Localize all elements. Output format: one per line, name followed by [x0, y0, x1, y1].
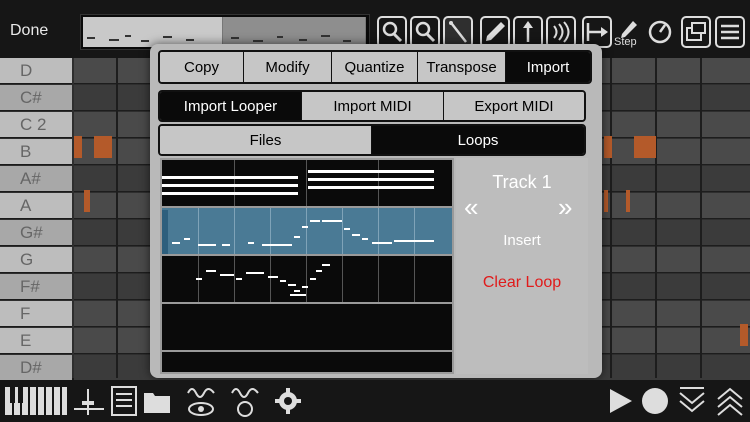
- tab-import-looper[interactable]: Import Looper: [160, 92, 302, 120]
- edit-mode-tabs: Copy Modify Quantize Transpose Import: [158, 50, 592, 84]
- note[interactable]: [740, 324, 748, 346]
- note[interactable]: [74, 136, 82, 158]
- wave-knob-icon[interactable]: [230, 384, 260, 418]
- piano-key[interactable]: F: [0, 301, 72, 327]
- tab-export-midi[interactable]: Export MIDI: [444, 92, 584, 120]
- loop-slot-selected[interactable]: [162, 208, 452, 256]
- track-title: Track 1: [492, 172, 552, 192]
- source-tabs: Files Loops: [158, 124, 586, 156]
- note[interactable]: [634, 136, 656, 158]
- piano-key[interactable]: C#: [0, 85, 72, 111]
- record-icon[interactable]: [640, 384, 670, 418]
- next-track-icon[interactable]: »: [558, 192, 572, 223]
- tab-import-midi[interactable]: Import MIDI: [302, 92, 444, 120]
- note[interactable]: [626, 190, 630, 212]
- done-button[interactable]: Done: [10, 22, 48, 40]
- tab-copy[interactable]: Copy: [160, 52, 244, 82]
- tab-quantize[interactable]: Quantize: [332, 52, 418, 82]
- knob-icon[interactable]: [645, 16, 675, 48]
- piano-key[interactable]: F#: [0, 274, 72, 300]
- piano-key[interactable]: A: [0, 193, 72, 219]
- piano-key[interactable]: A#: [0, 166, 72, 192]
- edit-popup: Copy Modify Quantize Transpose Import Im…: [150, 44, 602, 378]
- loop-slot[interactable]: [162, 160, 452, 208]
- piano-key[interactable]: C 2: [0, 112, 72, 138]
- bottom-toolbar: [0, 380, 750, 422]
- piano-key[interactable]: E: [0, 328, 72, 354]
- folder-icon[interactable]: [142, 384, 172, 418]
- tab-files[interactable]: Files: [160, 126, 372, 154]
- import-mode-tabs: Import Looper Import MIDI Export MIDI: [158, 90, 586, 122]
- piano-key[interactable]: G: [0, 247, 72, 273]
- tab-loops[interactable]: Loops: [372, 126, 584, 154]
- loop-side-panel: Track 1 « » Insert Clear Loop: [456, 158, 588, 374]
- eye-wave-icon[interactable]: [186, 384, 216, 418]
- loop-slot[interactable]: [162, 304, 452, 352]
- tab-import[interactable]: Import: [506, 52, 590, 82]
- chevron-down-icon[interactable]: [678, 384, 706, 418]
- piano-key[interactable]: B: [0, 139, 72, 165]
- piano-key[interactable]: D#: [0, 355, 72, 381]
- loop-slot[interactable]: [162, 256, 452, 304]
- clear-loop-button[interactable]: Clear Loop: [456, 274, 588, 292]
- tab-modify[interactable]: Modify: [244, 52, 332, 82]
- piano-key[interactable]: D: [0, 58, 72, 84]
- chevron-up-icon[interactable]: [716, 384, 744, 418]
- insert-button[interactable]: Insert: [456, 232, 588, 249]
- window-icon[interactable]: [681, 16, 711, 48]
- menu-icon[interactable]: [715, 16, 745, 48]
- mixer-icon[interactable]: [72, 384, 106, 418]
- loop-list[interactable]: [160, 158, 454, 374]
- note[interactable]: [604, 136, 612, 158]
- note[interactable]: [84, 190, 90, 212]
- tab-transpose[interactable]: Transpose: [418, 52, 506, 82]
- prev-track-icon[interactable]: «: [464, 192, 478, 223]
- document-icon[interactable]: [110, 384, 138, 418]
- note[interactable]: [604, 190, 608, 212]
- gear-icon[interactable]: [274, 384, 302, 418]
- note[interactable]: [94, 136, 112, 158]
- play-icon[interactable]: [606, 384, 634, 418]
- keyboard-icon[interactable]: [4, 384, 68, 418]
- piano-key[interactable]: G#: [0, 220, 72, 246]
- step-label: Step: [614, 36, 637, 48]
